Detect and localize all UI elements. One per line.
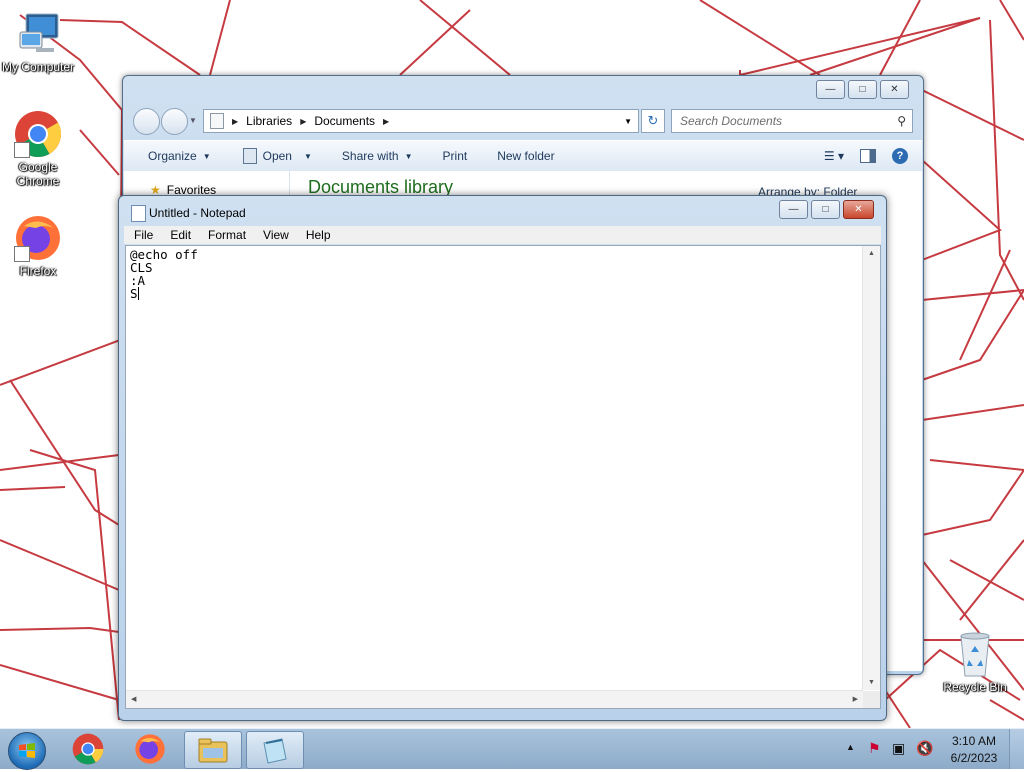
windows-logo-icon <box>19 743 35 758</box>
resize-grip[interactable] <box>863 691 880 708</box>
search-input[interactable]: Search Documents ⚲ <box>671 109 913 133</box>
view-controls: ☰ ▾ ? <box>824 148 908 164</box>
help-icon[interactable]: ? <box>892 148 908 164</box>
taskbar: ▲ ⚑ ▣ 🔇 3:10 AM 6/2/2023 <box>0 728 1024 770</box>
folder-icon <box>198 738 228 763</box>
search-placeholder: Search Documents <box>680 114 783 128</box>
address-dropdown-icon[interactable]: ▼ <box>624 117 632 126</box>
firefox-icon <box>135 734 165 764</box>
explorer-command-bar: Organize ▼ Open ▼ Share with ▼ Print New… <box>124 140 922 172</box>
start-button[interactable] <box>8 732 46 770</box>
desktop-icon-label: Google Chrome <box>16 160 60 188</box>
action-center-icon[interactable]: ⚑ <box>868 740 881 757</box>
minimize-button[interactable]: — <box>816 80 845 99</box>
clock-time: 3:10 AM <box>951 734 997 748</box>
horizontal-scrollbar[interactable]: ◀ ▶ <box>126 690 863 708</box>
desktop-icon-google-chrome[interactable]: Google Chrome <box>0 110 76 188</box>
clock[interactable]: 3:10 AM 6/2/2023 <box>942 733 1006 767</box>
new-folder-label: New folder <box>497 149 555 163</box>
desktop-icon-label: Recycle Bin <box>943 680 1007 694</box>
firefox-icon <box>14 214 62 262</box>
minimize-button[interactable]: — <box>779 200 808 219</box>
desktop-icon-recycle-bin[interactable]: Recycle Bin <box>937 630 1013 694</box>
computer-icon <box>14 10 62 58</box>
chrome-icon <box>72 733 104 765</box>
maximize-button[interactable]: □ <box>848 80 877 99</box>
organize-label: Organize <box>148 149 197 163</box>
taskbar-windows-explorer[interactable] <box>184 731 242 769</box>
share-with-button[interactable]: Share with ▼ <box>342 149 413 163</box>
shortcut-arrow-icon <box>14 142 30 158</box>
text-cursor <box>137 287 139 300</box>
shortcut-arrow-icon <box>14 246 30 262</box>
organize-button[interactable]: Organize ▼ <box>148 149 211 163</box>
menu-format[interactable]: Format <box>198 228 253 242</box>
chrome-icon <box>14 110 62 158</box>
notepad-icon <box>131 205 146 222</box>
taskbar-chrome[interactable] <box>60 731 116 767</box>
notepad-window[interactable]: Untitled - Notepad — □ ✕ File Edit Forma… <box>118 195 887 721</box>
desktop-icon-label: Firefox <box>19 264 57 278</box>
editor-content[interactable]: @echo off CLS :A S <box>130 248 198 300</box>
show-hidden-icons-button[interactable]: ▲ <box>846 742 855 752</box>
window-title: Untitled - Notepad <box>149 206 246 220</box>
menu-help[interactable]: Help <box>296 228 338 242</box>
volume-muted-icon[interactable]: 🔇 <box>916 740 933 757</box>
share-with-label: Share with <box>341 149 399 163</box>
menu-edit[interactable]: Edit <box>160 228 198 242</box>
notepad-caption-buttons: — □ ✕ <box>779 200 874 219</box>
text-editor[interactable]: @echo off CLS :A S ▲ ▼ ◀ ▶ <box>125 245 881 709</box>
close-button[interactable]: ✕ <box>880 80 909 99</box>
open-label: Open <box>262 149 292 163</box>
vertical-scrollbar[interactable]: ▲ ▼ <box>862 246 880 690</box>
scroll-right-icon[interactable]: ▶ <box>853 695 858 703</box>
preview-pane-icon[interactable] <box>860 149 876 163</box>
print-button[interactable]: Print <box>443 149 468 163</box>
recent-pages-dropdown[interactable]: ▼ <box>189 116 197 125</box>
chevron-down-icon: ▼ <box>202 151 211 161</box>
taskbar-firefox[interactable] <box>122 731 178 767</box>
print-label: Print <box>442 149 468 163</box>
scroll-down-icon[interactable]: ▼ <box>868 679 875 686</box>
menu-file[interactable]: File <box>124 228 160 242</box>
desktop-icon-label: My Computer <box>1 60 75 74</box>
clock-date: 6/2/2023 <box>950 751 998 765</box>
back-button[interactable] <box>133 108 160 135</box>
breadcrumb-separator-icon: ▶ <box>300 116 307 126</box>
change-view-icon[interactable]: ☰ ▾ <box>824 149 844 163</box>
scroll-up-icon[interactable]: ▲ <box>868 250 875 257</box>
show-desktop-button[interactable] <box>1009 729 1024 769</box>
breadcrumb-documents[interactable]: Documents <box>314 114 375 128</box>
open-button[interactable]: Open ▼ <box>242 148 312 164</box>
notepad-icon <box>263 738 287 764</box>
search-icon: ⚲ <box>897 114 906 128</box>
recycle-bin-icon <box>951 630 999 678</box>
new-folder-button[interactable]: New folder <box>497 149 554 163</box>
breadcrumb-separator-icon: ▶ <box>383 116 390 126</box>
chevron-down-icon: ▼ <box>404 151 413 161</box>
menu-view[interactable]: View <box>253 228 296 242</box>
open-icon <box>242 148 257 164</box>
system-tray: ▲ ⚑ ▣ 🔇 3:10 AM 6/2/2023 <box>840 729 1024 769</box>
editor-text: @echo off CLS :A S <box>130 247 198 301</box>
desktop-icon-firefox[interactable]: Firefox <box>0 214 76 278</box>
desktop-icon-my-computer[interactable]: My Computer <box>0 10 76 74</box>
taskbar-notepad[interactable] <box>246 731 304 769</box>
explorer-caption-buttons: — □ ✕ <box>816 80 909 99</box>
address-bar[interactable]: ▶ Libraries ▶ Documents ▶ ▼ <box>203 109 639 133</box>
network-icon[interactable]: ▣ <box>892 740 905 757</box>
maximize-button[interactable]: □ <box>811 200 840 219</box>
breadcrumb-libraries[interactable]: Libraries <box>246 114 292 128</box>
menu-bar: File Edit Format View Help <box>124 226 881 244</box>
folder-location-icon <box>210 113 224 129</box>
chevron-down-icon: ▼ <box>303 151 312 161</box>
breadcrumb-separator-icon: ▶ <box>232 116 239 126</box>
close-button[interactable]: ✕ <box>843 200 874 219</box>
forward-button[interactable] <box>161 108 188 135</box>
refresh-button[interactable]: ↻ <box>641 109 665 133</box>
scroll-left-icon[interactable]: ◀ <box>131 695 136 703</box>
